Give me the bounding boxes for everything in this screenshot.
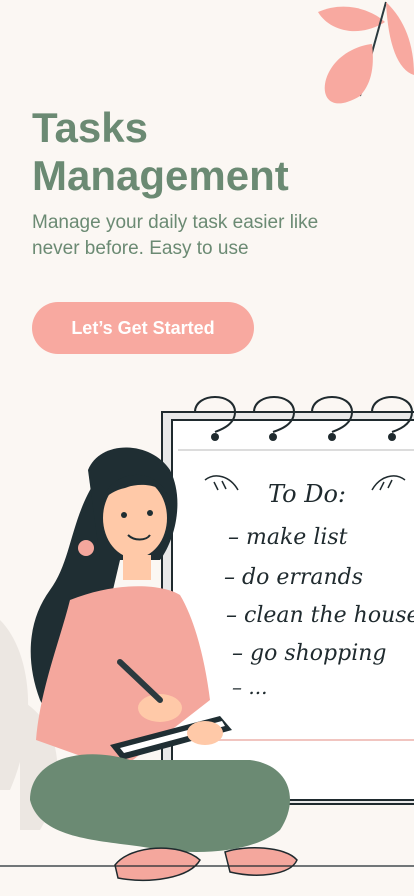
svg-text:– ...: – ...: [232, 675, 267, 699]
todo-item: go shopping: [250, 641, 386, 666]
todo-item: clean the house: [244, 603, 414, 628]
onboarding-screen: Tasks Management Manage your daily task …: [0, 0, 414, 896]
todo-item: ...: [248, 675, 267, 699]
todo-item: make list: [246, 525, 348, 550]
svg-text:– clean the house: – clean the house: [226, 603, 414, 628]
svg-text:– do errands: – do errands: [224, 565, 363, 590]
todo-item: do errands: [242, 565, 363, 590]
svg-text:– go shopping: – go shopping: [232, 641, 386, 666]
svg-text:– make list: – make list: [228, 525, 348, 550]
todo-illustration: To Do: – make list – do errands – clean …: [0, 396, 414, 881]
todo-heading: To Do:: [268, 480, 346, 508]
